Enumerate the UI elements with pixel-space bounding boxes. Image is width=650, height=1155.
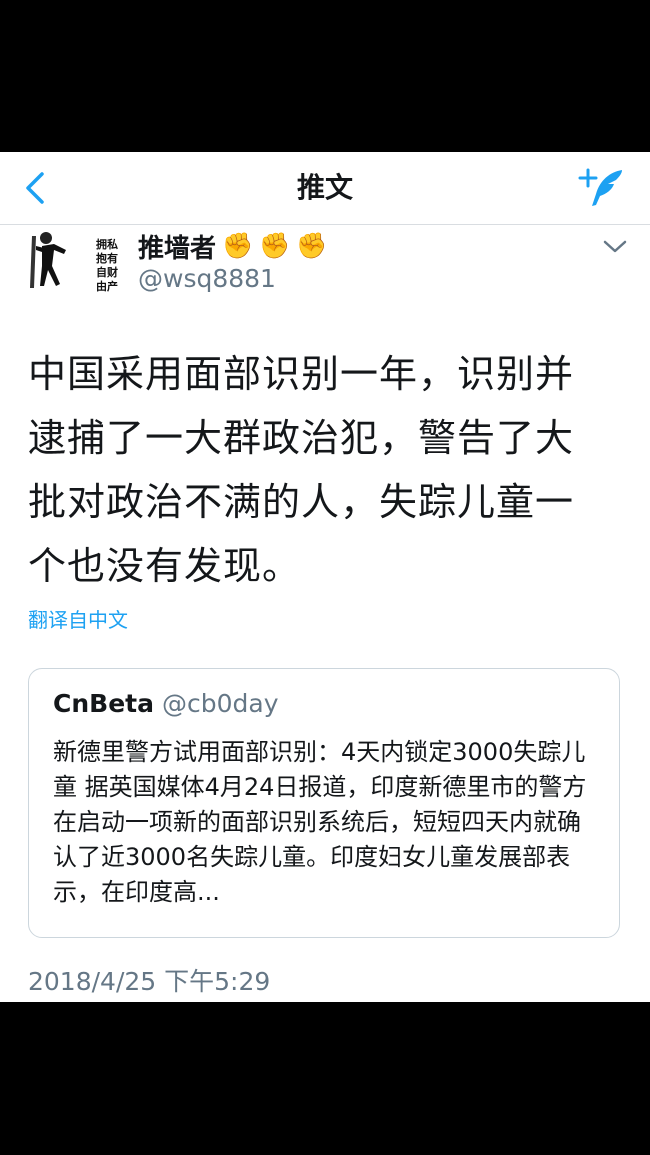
- nav-bar: 推文: [0, 152, 650, 225]
- tweet-timestamp: 2018/4/25 下午5:29: [28, 967, 271, 996]
- raised-fist-icon: ✊: [296, 231, 328, 260]
- page-title: 推文: [296, 171, 353, 204]
- quoted-tweet-header: CnBeta @cb0day: [53, 689, 279, 718]
- user-handle[interactable]: @wsq8881: [138, 264, 276, 293]
- raised-fist-icon: ✊: [259, 231, 291, 260]
- translate-link[interactable]: 翻译自中文: [28, 604, 128, 633]
- chevron-down-icon: [603, 240, 627, 253]
- quoted-tweet-card[interactable]: CnBeta @cb0day 新德里警方试用面部识别：4天内锁定3000失踪儿童 …: [28, 668, 620, 938]
- avatar[interactable]: 拥私 抱有 自财 由产: [26, 228, 130, 302]
- avatar-logo-icon: 拥私 抱有 自财 由产: [26, 228, 130, 302]
- raised-fist-icon: ✊: [222, 231, 254, 260]
- svg-text:由产: 由产: [96, 279, 118, 293]
- tweet-detail-screen: 推文 拥私 抱有 自财 由产 推墙者 ✊ ✊ ✊ @wsq8881 中国采用面部…: [0, 152, 650, 1002]
- more-options-button[interactable]: [602, 238, 628, 256]
- svg-text:抱有: 抱有: [96, 251, 118, 265]
- compose-button[interactable]: [576, 164, 628, 210]
- quoted-tweet-handle: @cb0day: [161, 689, 279, 718]
- svg-text:自财: 自财: [96, 265, 118, 279]
- user-name-row: 推墙者 ✊ ✊ ✊: [138, 228, 327, 264]
- quoted-tweet-text: 新德里警方试用面部识别：4天内锁定3000失踪儿童 据英国媒体4月24日报道，印…: [53, 738, 587, 906]
- display-name[interactable]: 推墙者: [138, 228, 216, 265]
- tweet-text: 中国采用面部识别一年，识别并逮捕了一大群政治犯，警告了大批对政治不满的人，失踪儿…: [28, 352, 575, 588]
- svg-text:拥私: 拥私: [96, 237, 118, 251]
- compose-quill-icon: [578, 168, 622, 206]
- quoted-tweet-name: CnBeta: [53, 689, 154, 718]
